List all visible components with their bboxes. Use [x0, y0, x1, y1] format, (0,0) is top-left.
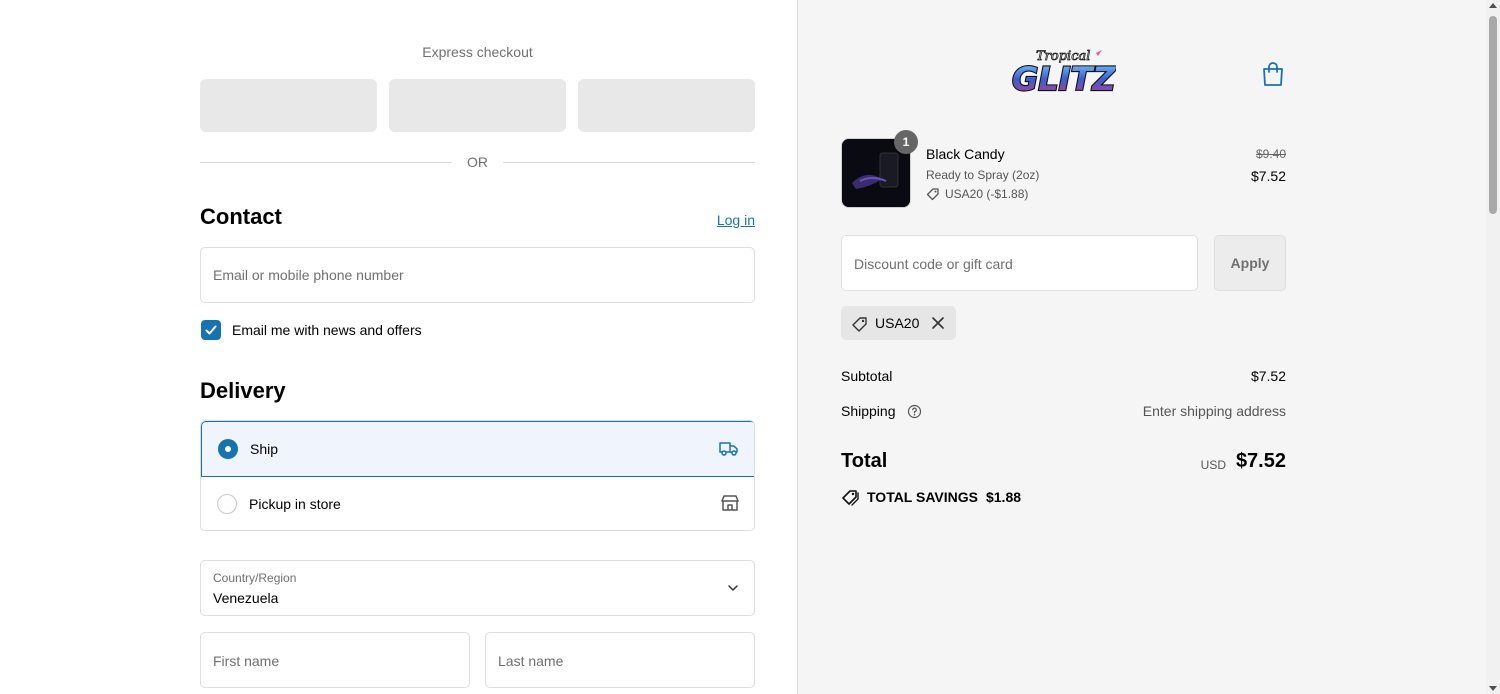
email-placeholder: Email or mobile phone number	[213, 267, 404, 283]
applied-discount-chip: USA20	[841, 306, 956, 340]
original-price: $9.40	[1255, 147, 1286, 161]
scroll-up-arrow-icon[interactable]	[1489, 3, 1497, 8]
ship-radio[interactable]	[218, 439, 238, 459]
total-currency: USD	[1200, 458, 1226, 472]
newsletter-label: Email me with news and offers	[232, 322, 422, 338]
shopping-bag-icon[interactable]	[1261, 61, 1285, 92]
item-price: $7.52	[1250, 168, 1286, 184]
product-variant: Ready to Spray (2oz)	[926, 168, 1040, 182]
contact-heading: Contact	[200, 204, 282, 229]
first-name-field[interactable]: First name	[200, 632, 470, 688]
discount-code-input[interactable]: Discount code or gift card	[841, 235, 1198, 291]
total-label: Total	[841, 450, 888, 472]
last-name-placeholder: Last name	[498, 653, 564, 669]
country-value: Venezuela	[213, 590, 279, 606]
delivery-option-pickup[interactable]: Pickup in store	[201, 477, 754, 530]
login-link[interactable]: Log in	[700, 212, 755, 228]
tag-icon	[851, 315, 869, 338]
shipping-value: Enter shipping address	[1142, 403, 1286, 419]
checkmark-icon	[205, 325, 217, 335]
product-name: Black Candy	[926, 146, 1005, 162]
divider-line-right	[503, 162, 755, 163]
savings-value: $1.88	[985, 489, 1022, 505]
express-pay-button-3[interactable]	[578, 79, 755, 132]
country-select[interactable]: Country/Region Venezuela	[200, 560, 755, 616]
store-logo[interactable]: Tropical GLITZ	[1008, 44, 1117, 99]
delivery-option-ship[interactable]: Ship	[201, 421, 754, 477]
product-discount-text: USA20 (-$1.88)	[945, 187, 1029, 201]
country-label: Country/Region	[213, 571, 297, 585]
savings-tag-icon	[842, 490, 859, 506]
delivery-heading: Delivery	[200, 378, 286, 403]
apply-button[interactable]: Apply	[1214, 235, 1286, 291]
pickup-radio[interactable]	[217, 494, 237, 514]
savings-label: TOTAL SAVINGS	[867, 489, 978, 505]
ship-label: Ship	[250, 441, 279, 457]
shipping-label: Shipping	[841, 403, 896, 419]
express-pay-button-2[interactable]	[389, 79, 566, 132]
remove-discount-icon[interactable]	[931, 316, 945, 335]
total-value: $7.52	[1235, 450, 1286, 472]
checkout-form-panel: Express checkout OR Contact Log in Email…	[0, 0, 798, 694]
store-icon	[720, 493, 740, 518]
newsletter-checkbox[interactable]	[201, 320, 221, 340]
pickup-label: Pickup in store	[249, 496, 341, 512]
first-name-placeholder: First name	[213, 653, 280, 669]
truck-icon	[719, 439, 739, 462]
email-field[interactable]: Email or mobile phone number	[200, 247, 755, 303]
product-discount: USA20 (-$1.88)	[926, 187, 1028, 201]
last-name-field[interactable]: Last name	[485, 632, 755, 688]
scrollbar-thumb[interactable]	[1489, 16, 1497, 214]
scroll-down-arrow-icon[interactable]	[1489, 686, 1497, 691]
chevron-down-icon	[726, 581, 740, 600]
page-scrollbar[interactable]	[1486, 0, 1500, 694]
subtotal-label: Subtotal	[841, 368, 893, 384]
express-pay-button-1[interactable]	[200, 79, 377, 132]
total-savings: TOTAL SAVINGS $1.88	[841, 488, 1021, 506]
discount-placeholder: Discount code or gift card	[854, 256, 1013, 272]
tag-icon	[926, 188, 939, 201]
help-icon[interactable]	[907, 404, 922, 424]
express-checkout-label: Express checkout	[422, 44, 533, 60]
quantity-badge: 1	[894, 130, 918, 154]
order-summary-panel	[798, 0, 1486, 694]
svg-text:GLITZ: GLITZ	[1012, 60, 1116, 98]
or-divider: OR	[200, 153, 755, 171]
subtotal-value: $7.52	[1250, 368, 1286, 384]
delivery-method-group: Ship Pickup in store	[200, 420, 755, 531]
applied-discount-code: USA20	[875, 315, 920, 331]
